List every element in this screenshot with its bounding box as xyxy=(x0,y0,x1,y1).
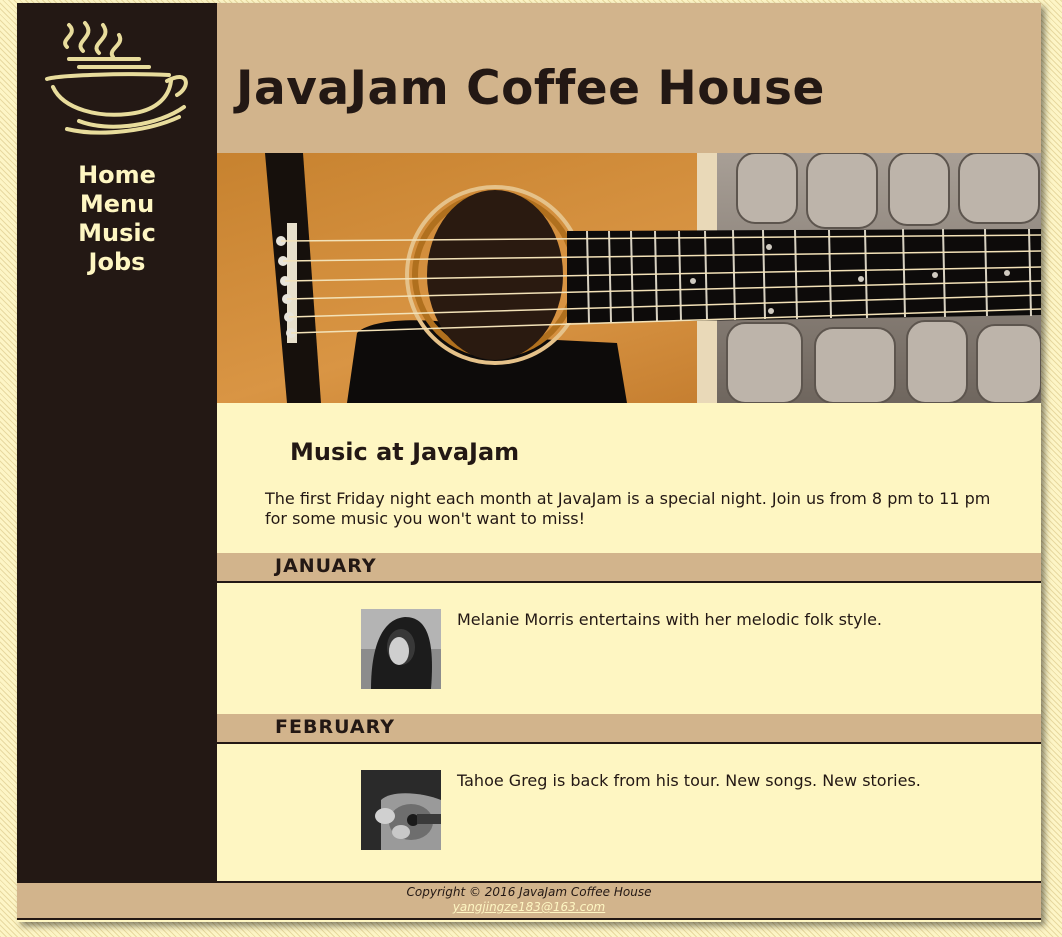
site-header: JavaJam Coffee House xyxy=(217,3,1041,153)
intro-paragraph: The first Friday night each month at Jav… xyxy=(265,489,991,528)
sidebar: Home Menu Music Jobs xyxy=(17,3,217,881)
event-description: Melanie Morris entertains with her melod… xyxy=(457,610,883,629)
month-heading-february: FEBRUARY xyxy=(217,714,1041,744)
main-nav: Home Menu Music Jobs xyxy=(17,161,217,277)
guitar-hero-image xyxy=(217,153,1041,403)
coffee-cup-icon xyxy=(39,17,189,137)
page-heading: Music at JavaJam xyxy=(290,438,520,466)
month-label: JANUARY xyxy=(275,555,377,577)
tahoe-greg-photo xyxy=(361,770,441,850)
site-footer: Copyright © 2016 JavaJam Coffee House ya… xyxy=(17,881,1041,920)
melanie-morris-photo xyxy=(361,609,441,689)
month-heading-january: JANUARY xyxy=(217,553,1041,583)
site-title: JavaJam Coffee House xyxy=(236,61,825,116)
page-wrapper: Home Menu Music Jobs JavaJam Coffee Hous… xyxy=(17,3,1041,922)
nav-music-link[interactable]: Music xyxy=(17,219,217,248)
nav-home-link[interactable]: Home xyxy=(17,161,217,190)
nav-menu-link[interactable]: Menu xyxy=(17,190,217,219)
main-content: Music at JavaJam The first Friday night … xyxy=(217,403,1041,881)
copyright-text: Copyright © 2016 JavaJam Coffee House xyxy=(406,885,652,899)
footer-email-link[interactable]: yangjingze183@163.com xyxy=(453,900,606,914)
event-description: Tahoe Greg is back from his tour. New so… xyxy=(457,771,921,790)
nav-jobs-link[interactable]: Jobs xyxy=(17,248,217,277)
month-label: FEBRUARY xyxy=(275,716,395,738)
